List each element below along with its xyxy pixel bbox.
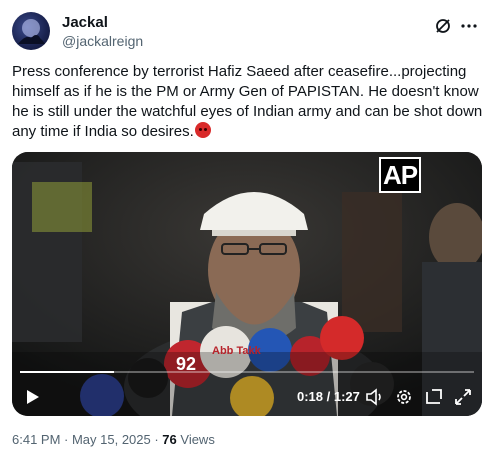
settings-icon[interactable] [393, 386, 415, 408]
ap-watermark: AP [379, 157, 421, 193]
video-elapsed: 0:18 [297, 389, 324, 404]
tweet-meta: 6:41 PM · May 15, 2025 · 76 Views [12, 432, 215, 448]
video-progress-bar[interactable] [20, 371, 474, 373]
author-display-name[interactable]: Jackal [62, 14, 143, 32]
avatar-moon-icon [18, 19, 45, 44]
views-count: 76 [162, 432, 177, 447]
tweet-body: Press conference by terrorist Hafiz Saee… [12, 63, 487, 140]
tweet-text: Press conference by terrorist Hafiz Saee… [12, 62, 483, 142]
play-icon[interactable] [22, 386, 42, 408]
tweet-header: Jackal @jackalreign [12, 12, 483, 52]
pip-icon[interactable] [423, 386, 445, 408]
video-progress-fill [20, 371, 114, 373]
views-label: Views [176, 432, 215, 447]
video-time-readout: 0:18 / 1:27 [297, 388, 360, 406]
author-names: Jackal @jackalreign [62, 14, 143, 50]
video-player[interactable]: AP 92 Abb Takk 0:18 / 1:27 [12, 152, 482, 416]
grok-icon[interactable] [433, 16, 453, 36]
fullscreen-icon[interactable] [452, 386, 474, 408]
video-time-separator: / [323, 389, 334, 404]
author-handle[interactable]: @jackalreign [62, 32, 143, 50]
video-duration: 1:27 [333, 389, 360, 404]
avatar[interactable] [12, 12, 50, 50]
angry-face-emoji-icon [194, 122, 211, 138]
more-icon[interactable] [459, 16, 479, 36]
tweet-timestamp[interactable]: 6:41 PM · May 15, 2025 · [12, 432, 162, 447]
volume-icon[interactable] [364, 386, 386, 408]
